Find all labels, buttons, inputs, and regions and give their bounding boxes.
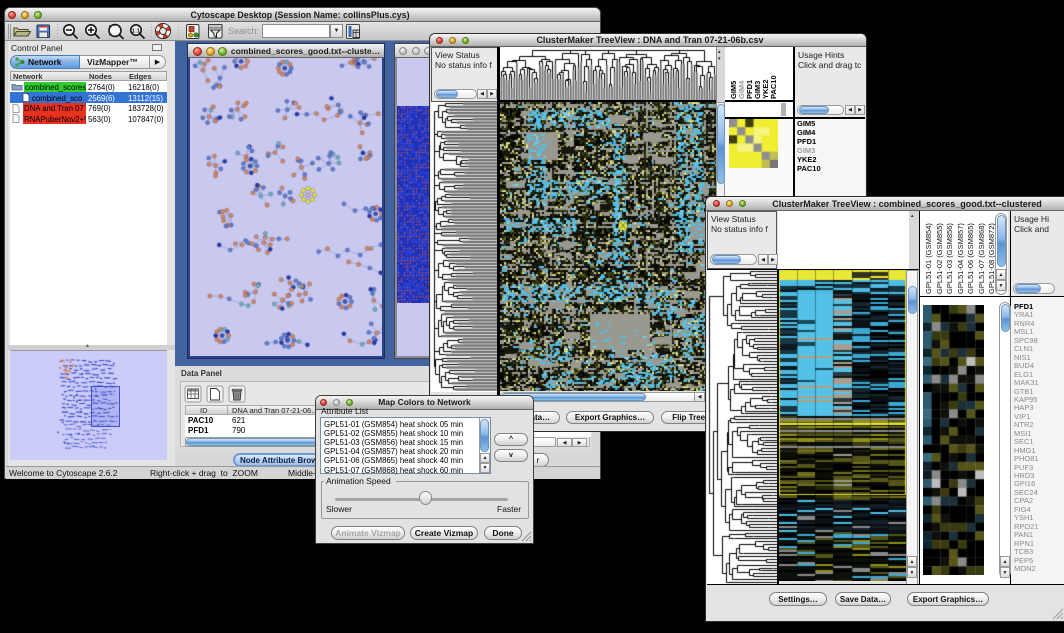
svg-text:1:1: 1:1 [132, 29, 140, 35]
